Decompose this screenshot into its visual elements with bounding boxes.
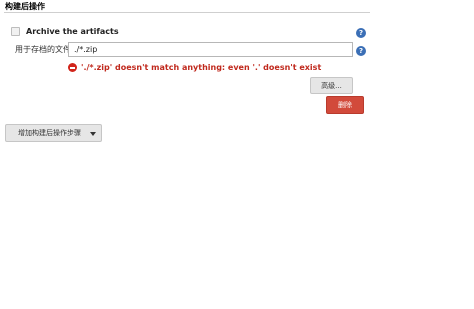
archive-artifacts-row: Archive the artifacts	[11, 27, 119, 36]
files-to-archive-label: 用于存档的文件	[15, 45, 71, 54]
files-to-archive-input[interactable]	[68, 42, 353, 57]
section-title: 构建后操作	[5, 2, 45, 11]
error-icon	[68, 63, 77, 72]
help-icon[interactable]: ?	[356, 28, 366, 38]
help-icon[interactable]: ?	[356, 46, 366, 56]
section-divider	[4, 12, 370, 13]
add-post-build-step-button[interactable]: 增加构建后操作步骤	[5, 124, 102, 142]
archive-artifacts-checkbox[interactable]	[11, 27, 20, 36]
error-message: './*.zip' doesn't match anything: even '…	[81, 63, 322, 72]
delete-button[interactable]: 删除	[326, 96, 364, 114]
archive-artifacts-label: Archive the artifacts	[26, 27, 119, 36]
chevron-down-icon	[90, 132, 96, 136]
advanced-button[interactable]: 高级...	[310, 77, 353, 94]
add-post-build-step-label: 增加构建后操作步骤	[18, 129, 81, 137]
validation-error: './*.zip' doesn't match anything: even '…	[68, 63, 321, 72]
